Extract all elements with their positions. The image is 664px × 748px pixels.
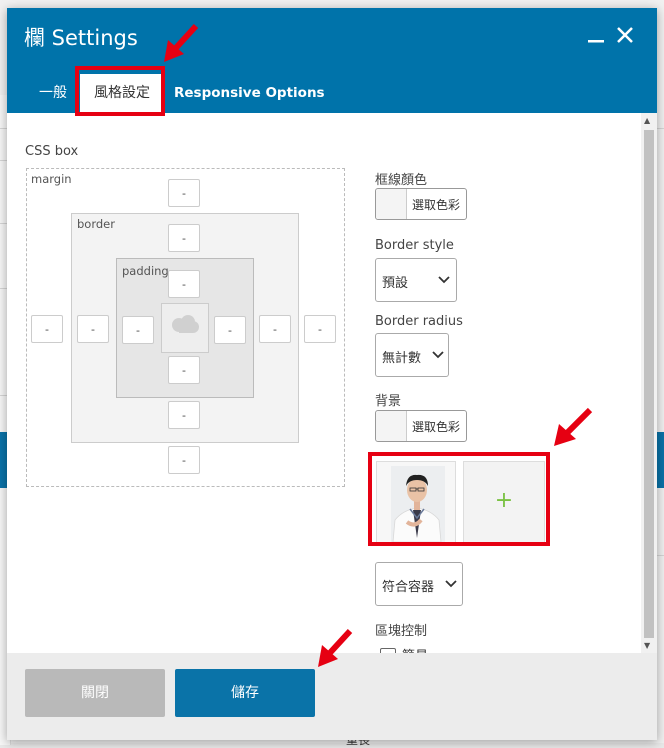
background-fit-value: 符合容器 (382, 580, 435, 595)
border-style-value: 預設 (382, 276, 409, 291)
dialog-header: 欄 Settings 一般 風格設定 Responsive Options (7, 8, 657, 113)
padding-right-input[interactable]: - (214, 316, 246, 344)
scroll-up-icon[interactable]: ▲ (644, 116, 650, 125)
add-image-button[interactable]: + (463, 461, 545, 543)
border-top-input[interactable]: - (168, 224, 200, 252)
close-button[interactable]: 關閉 (25, 669, 165, 717)
border-radius-label: Border radius (375, 314, 463, 329)
css-box-content (161, 303, 209, 353)
person-photo (391, 466, 445, 543)
border-radius-value: 無計數 (382, 351, 422, 366)
border-label: border (77, 217, 115, 231)
css-box-padding: padding - - - - (116, 258, 254, 398)
tab-general[interactable]: 一般 (29, 74, 77, 113)
tab-style-settings[interactable]: 風格設定 (80, 74, 164, 113)
border-style-select[interactable]: 預設 (375, 258, 457, 302)
dialog-title: 欄 Settings (24, 26, 138, 50)
color-swatch (376, 189, 407, 219)
border-color-label: 框線顏色 (375, 173, 428, 188)
padding-top-input[interactable]: - (168, 270, 200, 298)
margin-bottom-input[interactable]: - (168, 446, 200, 474)
scroll-down-icon[interactable]: ▼ (644, 641, 650, 650)
plus-icon: + (494, 488, 514, 513)
scrollbar-thumb[interactable] (644, 130, 654, 638)
background-color-picker[interactable]: 選取色彩 (375, 410, 467, 442)
close-icon[interactable] (612, 20, 638, 50)
border-right-input[interactable]: - (259, 315, 291, 343)
minimize-icon[interactable] (583, 20, 609, 50)
color-swatch (376, 411, 407, 441)
color-picker-label: 選取色彩 (412, 198, 461, 212)
margin-left-input[interactable]: - (31, 315, 63, 343)
scrollbar[interactable]: ▲ ▼ (641, 113, 657, 653)
padding-bottom-input[interactable]: - (168, 356, 200, 384)
border-color-picker[interactable]: 選取色彩 (375, 188, 467, 220)
css-box-border: border - - - - padding - - - - (71, 213, 299, 443)
margin-label: margin (31, 172, 72, 186)
margin-right-input[interactable]: - (304, 315, 336, 343)
color-picker-label: 選取色彩 (412, 420, 461, 434)
border-left-input[interactable]: - (77, 315, 109, 343)
background-image-thumbnail[interactable] (376, 461, 456, 543)
border-radius-select[interactable]: 無計數 (375, 333, 449, 377)
chevron-down-icon (438, 276, 450, 284)
block-control-label: 區塊控制 (375, 624, 428, 639)
simple-checkbox-label: 簡易 (402, 645, 428, 653)
dialog-footer: 關閉 儲存 (7, 653, 657, 740)
save-button[interactable]: 儲存 (175, 669, 315, 717)
margin-top-input[interactable]: - (168, 179, 200, 207)
cloud-icon (172, 315, 199, 333)
padding-label: padding (122, 264, 169, 278)
background-image-area: + (376, 461, 546, 546)
background-fit-select[interactable]: 符合容器 (375, 562, 463, 606)
tab-responsive-options[interactable]: Responsive Options (164, 74, 335, 113)
css-box-title: CSS box (25, 144, 79, 159)
background-label: 背景 (375, 394, 402, 409)
border-bottom-input[interactable]: - (168, 401, 200, 429)
border-style-label: Border style (375, 238, 454, 253)
chevron-down-icon (432, 351, 444, 359)
chevron-down-icon (445, 580, 457, 588)
padding-left-input[interactable]: - (122, 316, 154, 344)
settings-dialog: 欄 Settings 一般 風格設定 Responsive Options CS… (7, 8, 657, 740)
css-box-margin: margin - - - - border - - - - padding - … (26, 168, 345, 487)
dialog-content: CSS box margin - - - - border - - - - pa… (7, 113, 641, 653)
